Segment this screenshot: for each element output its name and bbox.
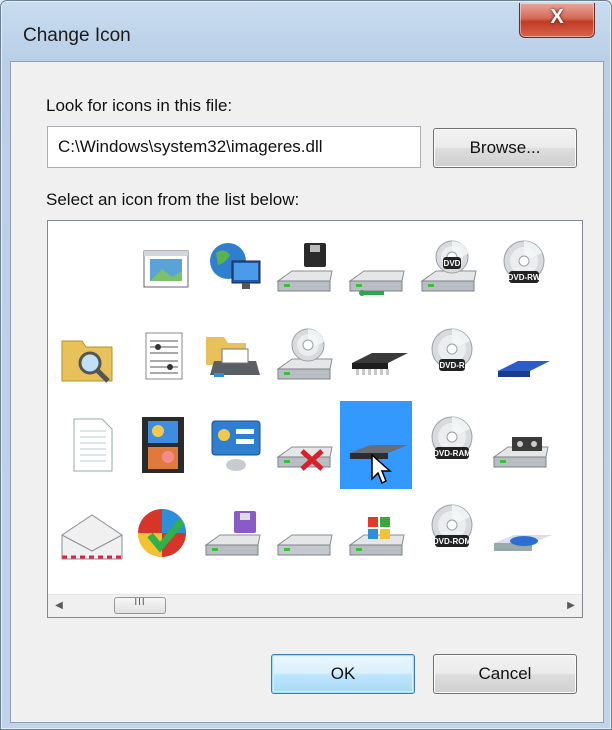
hard-drive-icon xyxy=(276,534,333,556)
icon-cell[interactable] xyxy=(268,489,340,577)
file-path-input[interactable] xyxy=(48,127,420,167)
dvd-ram-disc-icon: DVD-RAM xyxy=(431,416,473,459)
network-globe-computer-icon xyxy=(210,243,261,289)
icon-cell[interactable] xyxy=(124,401,196,489)
network-drive-icon xyxy=(348,270,405,296)
icon-cell[interactable] xyxy=(556,489,583,577)
close-button[interactable]: X xyxy=(519,3,595,38)
tape-drive-icon xyxy=(492,437,549,468)
icon-cell[interactable] xyxy=(124,313,196,401)
control-panel-icon xyxy=(211,420,261,471)
icon-cell[interactable] xyxy=(556,313,583,401)
file-path-field[interactable] xyxy=(47,126,421,168)
dialog-client-area: Look for icons in this file: Browse... S… xyxy=(10,61,604,723)
network-drive-disconnected-icon xyxy=(276,446,333,471)
icon-cell[interactable] xyxy=(484,313,556,401)
icon-cell[interactable] xyxy=(340,401,412,489)
icon-cell[interactable]: DVD-ROM xyxy=(412,489,484,577)
scroll-thumb[interactable]: III xyxy=(114,597,166,614)
scroll-right-arrow-icon[interactable]: ▶ xyxy=(560,595,582,617)
dvd-rw-disc-icon: DVD-RW xyxy=(503,240,545,283)
blank-icon xyxy=(56,237,132,301)
icon-cell[interactable] xyxy=(556,225,583,313)
memory-chip-icon xyxy=(352,353,408,375)
icon-cell[interactable] xyxy=(268,401,340,489)
icon-cell[interactable] xyxy=(124,489,196,577)
icon-cell[interactable]: DVD-RAM xyxy=(412,401,484,489)
blue-drive-icon xyxy=(498,361,550,377)
browse-button[interactable]: Browse... xyxy=(433,128,577,168)
icon-cell[interactable]: DVD xyxy=(412,225,484,313)
svg-text:DVD-R: DVD-R xyxy=(439,361,465,370)
file-label: Look for icons in this file: xyxy=(46,96,233,115)
icon-cell[interactable] xyxy=(268,225,340,313)
horizontal-scrollbar[interactable]: ◀ III ▶ xyxy=(48,594,582,617)
icon-cell[interactable] xyxy=(556,401,583,489)
picture-window-icon xyxy=(143,250,189,288)
printer-folder-icon xyxy=(206,337,260,377)
floppy-disk-drive-icon xyxy=(204,511,261,556)
disc-in-drive-icon xyxy=(494,535,552,551)
camcorder-icon xyxy=(560,325,583,389)
windows-drive-icon xyxy=(348,517,405,556)
svg-text:DVD-RAM: DVD-RAM xyxy=(433,449,471,458)
dvd-drive-icon: DVD xyxy=(420,240,477,292)
svg-text:DVD-RW: DVD-RW xyxy=(508,273,541,282)
close-icon: X xyxy=(550,6,564,28)
icon-cell[interactable] xyxy=(124,225,196,313)
icon-cell[interactable] xyxy=(340,489,412,577)
icon-cell[interactable] xyxy=(196,401,268,489)
svg-text:DVD-ROM: DVD-ROM xyxy=(433,537,472,546)
icon-cell[interactable] xyxy=(268,313,340,401)
scroll-left-arrow-icon[interactable]: ◀ xyxy=(48,595,70,617)
icon-cell[interactable] xyxy=(484,489,556,577)
floppy-drive-icon xyxy=(276,243,333,292)
partial-item-icon xyxy=(560,413,583,477)
icon-cell[interactable]: DVD-R xyxy=(412,313,484,401)
icon-cell[interactable] xyxy=(52,225,124,313)
icon-list[interactable]: DVD DVD-RW DVD-R DVD-RAM DVD-ROM ◀ III ▶ xyxy=(47,220,583,618)
svg-text:DVD: DVD xyxy=(444,259,461,268)
mouse-cursor-icon xyxy=(371,453,392,485)
dvd-r-disc-icon: DVD-R xyxy=(431,328,473,371)
icon-cell[interactable] xyxy=(196,225,268,313)
globe-partial-icon xyxy=(560,237,583,301)
icon-cell[interactable] xyxy=(196,489,268,577)
icon-cell[interactable] xyxy=(340,225,412,313)
change-icon-dialog: Change Icon X Look for icons in this fil… xyxy=(0,0,612,730)
cd-drive-icon xyxy=(276,328,333,380)
music-sheet-icon xyxy=(145,332,183,380)
icon-list-label: Select an icon from the list below: xyxy=(46,190,300,209)
icon-cell[interactable] xyxy=(52,489,124,577)
title-bar[interactable]: Change Icon X xyxy=(1,1,611,57)
film-strip-icon xyxy=(142,417,184,473)
security-shield-check-icon xyxy=(138,509,186,557)
icon-cell[interactable] xyxy=(52,313,124,401)
ok-button[interactable]: OK xyxy=(271,654,415,694)
cancel-button[interactable]: Cancel xyxy=(433,654,577,694)
icon-cell[interactable] xyxy=(52,401,124,489)
window-title: Change Icon xyxy=(23,25,131,46)
folder-search-icon xyxy=(61,340,113,383)
document-icon xyxy=(73,418,113,472)
icon-cell[interactable] xyxy=(484,401,556,489)
dvd-rom-disc-icon: DVD-ROM xyxy=(431,504,473,547)
icon-cell[interactable] xyxy=(340,313,412,401)
floppy-partial-icon xyxy=(560,501,583,565)
icon-cell[interactable]: DVD-RW xyxy=(484,225,556,313)
mail-envelope-icon xyxy=(61,514,123,560)
scroll-thumb-grip: III xyxy=(134,597,146,608)
icon-cell[interactable] xyxy=(196,313,268,401)
